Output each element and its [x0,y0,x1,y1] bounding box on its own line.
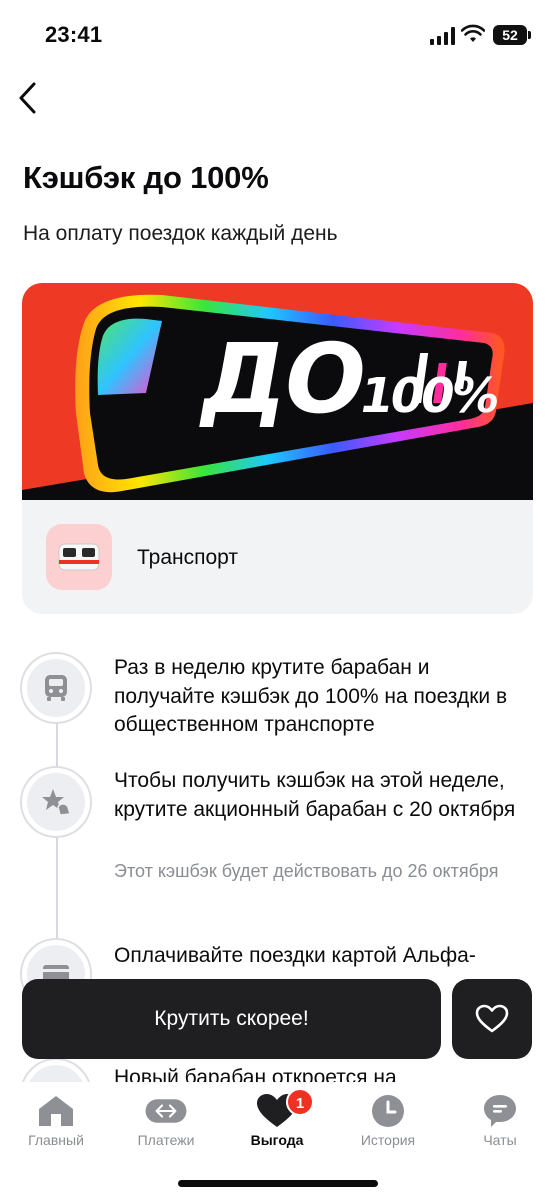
promo-banner: ДО100% [22,283,533,500]
promo-card[interactable]: ДО100% Транспорт [22,283,533,614]
step-2-text: Чтобы получить кэшбэк на этой неделе, кр… [114,769,516,821]
heart-icon [475,1004,509,1033]
step-2-note: Этот кэшбэк будет действовать до 26 октя… [114,861,499,881]
step-1-text: Раз в неделю крутите барабан и получайте… [114,656,508,736]
wifi-icon [461,24,485,42]
home-indicator [178,1180,378,1187]
tab-label: История [360,1132,416,1148]
bus-icon [22,654,90,722]
status-bar: 23:41 52 [0,0,555,70]
step-3-text: Оплачивайте поездки картой Альфа- [114,944,476,967]
transfer-icon [144,1092,188,1130]
tab-label: Главный [28,1132,84,1148]
tab-label: Платежи [137,1132,195,1148]
page-subtitle: На оплату поездок каждый день [23,222,338,245]
chevron-left-icon [19,82,36,114]
clock-icon [366,1092,410,1130]
page-title: Кэшбэк до 100% [23,160,269,195]
tab-history[interactable]: История [338,1090,438,1154]
notification-badge: 1 [286,1088,314,1116]
tab-chats[interactable]: Чаты [450,1090,550,1154]
category-row[interactable]: Транспорт [22,500,533,614]
chat-icon [478,1092,522,1130]
star-hand-icon [22,768,90,836]
tab-label: Выгода [250,1132,304,1148]
action-bar: Крутить скорее! [0,975,555,1065]
battery-cap [528,31,531,39]
back-button[interactable] [10,78,46,118]
banner-text-big: ДО [192,323,373,435]
spin-button[interactable]: Крутить скорее! [22,979,441,1059]
tab-home[interactable]: Главный [6,1090,106,1154]
tab-payments[interactable]: Платежи [116,1090,216,1154]
status-time: 23:41 [45,22,103,47]
banner-text-percent: 100% [355,368,502,424]
signal-icon [430,27,456,45]
tab-label: Чаты [483,1132,517,1148]
favorite-button[interactable] [452,979,532,1059]
banner-headline: ДО100% [192,323,509,435]
battery-icon: 52 [493,25,527,45]
tram-icon [46,524,112,590]
category-label: Транспорт [137,546,238,569]
home-icon [34,1092,78,1130]
